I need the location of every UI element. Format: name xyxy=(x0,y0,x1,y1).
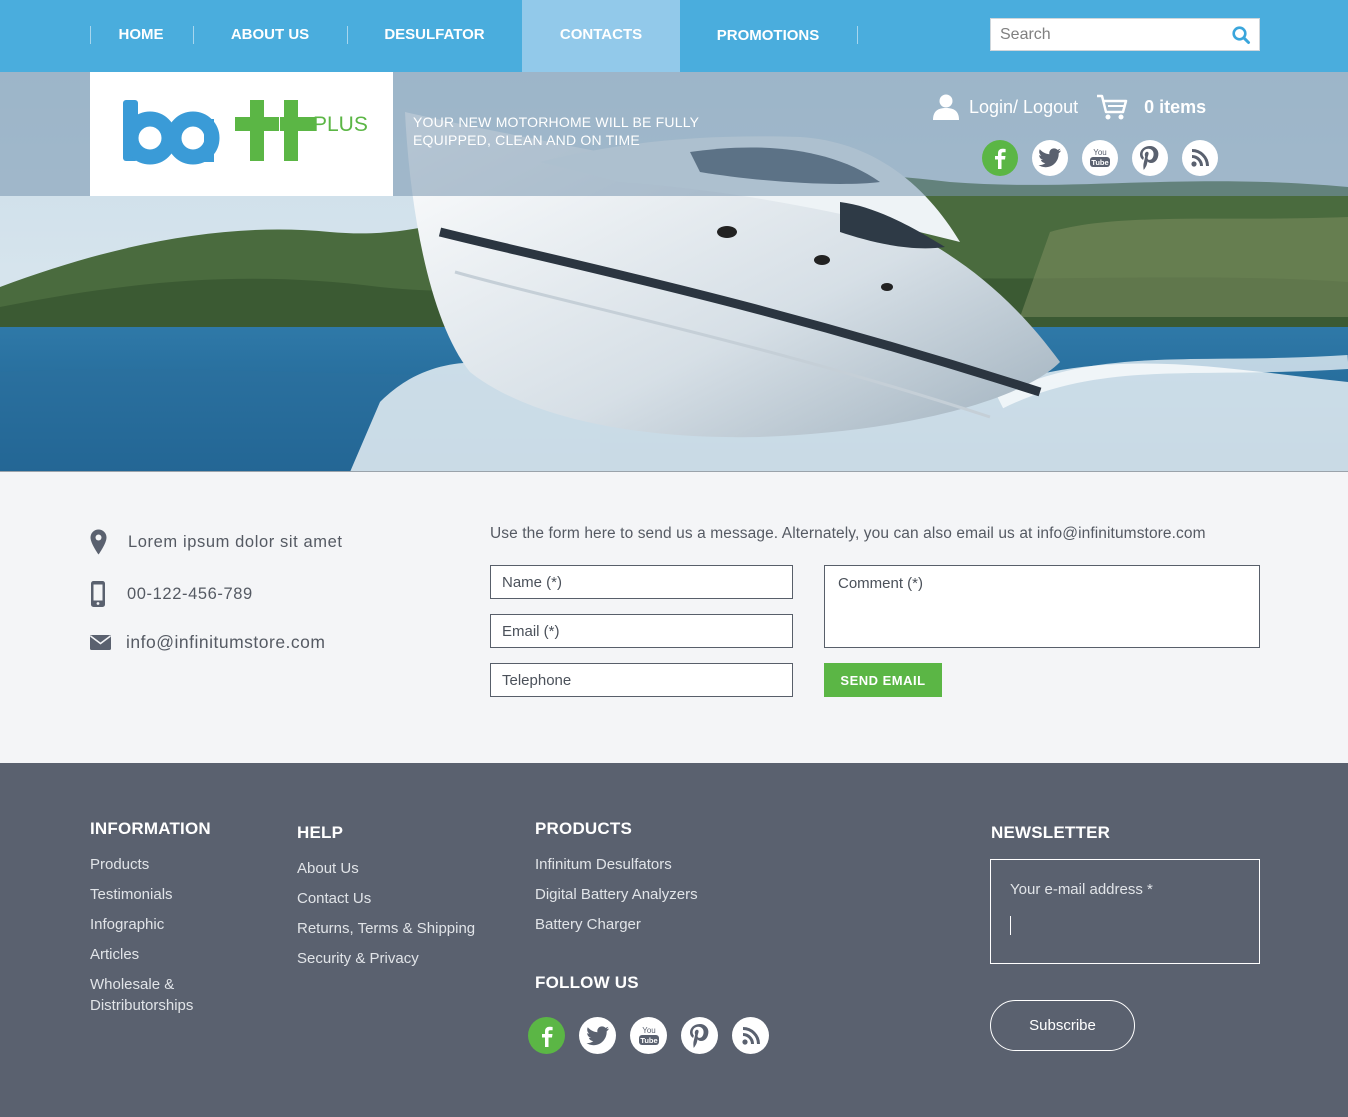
footer-heading-products: PRODUCTS xyxy=(535,819,632,838)
account-area: Login/ Logout 0 items xyxy=(932,92,1206,122)
phone-text: 00-122-456-789 xyxy=(127,584,253,603)
footer-link-desulfators[interactable]: Infinitum Desulfators xyxy=(535,854,672,875)
footer-heading-help: HELP xyxy=(297,823,344,842)
hero-banner: PLUS YOUR NEW MOTORHOME WILL BE FULLY EQ… xyxy=(0,72,1348,472)
social-links-header: You Tube xyxy=(982,140,1218,176)
footer-heading-information: INFORMATION xyxy=(90,819,211,838)
youtube-icon[interactable]: You Tube xyxy=(1082,140,1118,176)
map-pin-icon xyxy=(90,529,107,555)
address-text: Lorem ipsum dolor sit amet xyxy=(128,532,343,551)
logo[interactable]: PLUS xyxy=(90,72,393,196)
text-caret xyxy=(1010,916,1011,935)
nav-separator xyxy=(90,26,91,44)
phone-row: 00-122-456-789 xyxy=(90,580,253,608)
footer-link-battery-charger[interactable]: Battery Charger xyxy=(535,914,641,935)
footer-heading-follow-us: FOLLOW US xyxy=(535,973,639,992)
cart-icon[interactable] xyxy=(1096,93,1128,121)
nav-promotions[interactable]: PROMOTIONS xyxy=(696,0,840,72)
svg-text:PLUS: PLUS xyxy=(313,113,368,136)
footer-link-contact-us[interactable]: Contact Us xyxy=(297,888,371,909)
send-email-button[interactable]: SEND EMAIL xyxy=(824,663,942,697)
nav-home[interactable]: HOME xyxy=(100,0,182,72)
subscribe-button[interactable]: Subscribe xyxy=(990,1000,1135,1051)
pinterest-icon[interactable] xyxy=(681,1017,718,1054)
newsletter-email-label: Your e-mail address * xyxy=(1010,881,1153,898)
footer-link-battery-analyzers[interactable]: Digital Battery Analyzers xyxy=(535,884,698,905)
footer-link-infographic[interactable]: Infographic xyxy=(90,914,164,935)
facebook-icon[interactable] xyxy=(982,140,1018,176)
nav-desulfator[interactable]: DESULFATOR xyxy=(362,0,507,72)
tagline: YOUR NEW MOTORHOME WILL BE FULLY EQUIPPE… xyxy=(413,114,699,148)
brand-logo-icon: PLUS xyxy=(123,100,368,165)
cart-count[interactable]: 0 items xyxy=(1144,97,1206,118)
user-icon[interactable] xyxy=(932,93,960,121)
pinterest-icon[interactable] xyxy=(1132,140,1168,176)
email-field-wrapper xyxy=(490,614,793,648)
footer-link-security[interactable]: Security & Privacy xyxy=(297,948,419,969)
search-input[interactable] xyxy=(991,19,1221,50)
nav-about-us[interactable]: ABOUT US xyxy=(208,0,332,72)
footer-link-returns[interactable]: Returns, Terms & Shipping xyxy=(297,918,475,939)
newsletter-email-box: Your e-mail address * xyxy=(990,859,1260,964)
footer-link-wholesale[interactable]: Wholesale & xyxy=(90,974,174,995)
twitter-icon[interactable] xyxy=(579,1017,616,1054)
search-box xyxy=(990,18,1260,51)
email-field[interactable] xyxy=(491,615,792,647)
footer-link-articles[interactable]: Articles xyxy=(90,944,139,965)
svg-text:You: You xyxy=(1093,148,1107,157)
svg-text:You: You xyxy=(642,1026,656,1035)
email-link[interactable]: info@infinitumstore.com xyxy=(126,632,325,653)
svg-text:Tube: Tube xyxy=(1091,158,1108,167)
comment-field-wrapper xyxy=(824,565,1260,648)
login-logout-link[interactable]: Login/ Logout xyxy=(969,97,1078,118)
nav-separator xyxy=(193,26,194,44)
svg-text:Tube: Tube xyxy=(640,1036,657,1045)
mobile-phone-icon xyxy=(91,581,105,607)
youtube-icon[interactable]: You Tube xyxy=(630,1017,667,1054)
telephone-field-wrapper xyxy=(490,663,793,697)
twitter-icon[interactable] xyxy=(1032,140,1068,176)
search-icon[interactable] xyxy=(1231,25,1251,45)
address-row: Lorem ipsum dolor sit amet xyxy=(90,528,343,556)
nav-separator xyxy=(347,26,348,44)
name-field-wrapper xyxy=(490,565,793,599)
envelope-icon xyxy=(90,635,111,650)
comment-field[interactable] xyxy=(825,566,1259,647)
rss-icon[interactable] xyxy=(732,1017,769,1054)
facebook-icon[interactable] xyxy=(528,1017,565,1054)
top-nav: HOME ABOUT US DESULFATOR CONTACTS PROMOT… xyxy=(0,0,1348,72)
rss-icon[interactable] xyxy=(1182,140,1218,176)
footer-link-distributorships[interactable]: Distributorships xyxy=(90,995,193,1016)
newsletter-email-input[interactable] xyxy=(1009,912,1239,942)
footer-link-products[interactable]: Products xyxy=(90,854,149,875)
social-links-footer: You Tube xyxy=(528,1017,769,1054)
name-field[interactable] xyxy=(491,566,792,598)
footer-link-testimonials[interactable]: Testimonials xyxy=(90,884,173,905)
email-row: info@infinitumstore.com xyxy=(90,631,325,653)
footer-link-about-us[interactable]: About Us xyxy=(297,858,359,879)
telephone-field[interactable] xyxy=(491,664,792,696)
footer-heading-newsletter: NEWSLETTER xyxy=(991,823,1111,842)
nav-contacts[interactable]: CONTACTS xyxy=(522,0,680,72)
nav-separator xyxy=(857,26,858,44)
contact-intro-text: Use the form here to send us a message. … xyxy=(490,525,1206,542)
